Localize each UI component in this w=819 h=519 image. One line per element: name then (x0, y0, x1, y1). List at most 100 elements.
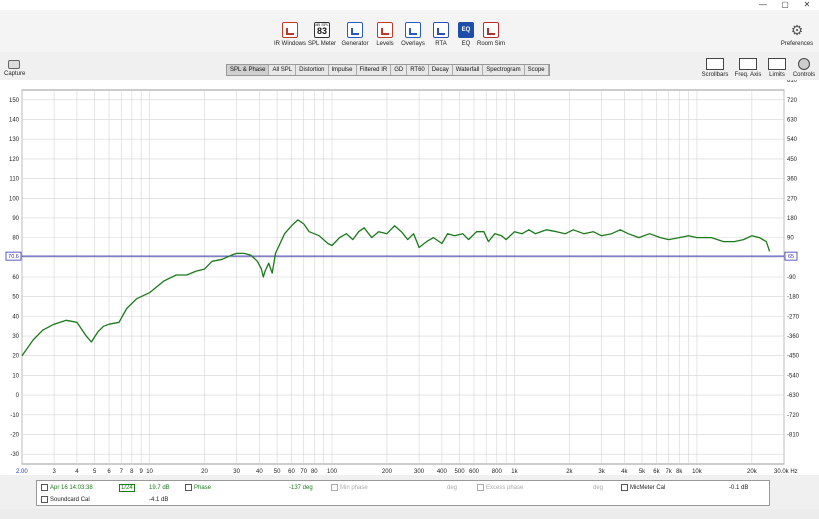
spl-meter-icon: 83 dB SPL (314, 22, 330, 38)
main-toolbar: IR Windows 83 dB SPL SPL Meter Generator Leve… (0, 10, 819, 52)
y-tick-label: 130 (9, 137, 20, 143)
title-bar: — ▢ ✕ (0, 0, 819, 10)
toolbar-controls-button[interactable]: Controls (789, 58, 819, 78)
tab-rt60[interactable]: RT60 (407, 65, 429, 75)
mic-cal-checkbox[interactable] (621, 484, 628, 491)
capture-label: Capture (4, 71, 26, 77)
plot-area: 1501401301201101009080706050403020100-10… (0, 78, 819, 475)
soundcard-cal-label: Soundcard Cal (50, 497, 90, 503)
mic-cal-value: -0.1 dB (729, 485, 749, 491)
x-tick-label: 5 (93, 469, 97, 475)
phase-value: -137 deg (289, 485, 313, 491)
wrench-icon: ⚙ (790, 22, 804, 38)
ir-windows-icon (282, 22, 298, 38)
spl-meter-unit: dB SPL (315, 22, 329, 27)
tab-distortion[interactable]: Distortion (296, 65, 329, 75)
toolbar-label: Controls (792, 72, 816, 78)
tab-spl-phase[interactable]: SPL & Phase (227, 65, 270, 75)
x-tick-label: 8k (676, 469, 683, 475)
y-tick-label: 120 (9, 157, 20, 163)
x-tick-label: 5k (639, 469, 646, 475)
tab-waterfall[interactable]: Waterfall (453, 65, 484, 75)
capture-button[interactable]: Capture (4, 60, 26, 77)
toolbar-freq-axis-button[interactable]: Freq. Axis (733, 58, 763, 78)
tab-impulse[interactable]: Impulse (329, 65, 357, 75)
mic-cal-label: MicMeter Cal (630, 485, 666, 491)
preferences-button[interactable]: ⚙ Preferences (777, 22, 817, 47)
legend-panel: Apr 16 14:03:38 1/24 19.7 dB Phase -137 … (36, 480, 770, 506)
x-tick-label: 2.00 (16, 469, 28, 475)
y2-tick-label: -180 (787, 295, 800, 301)
y-tick-label: 150 (9, 98, 20, 104)
x-tick-label: 800 (492, 469, 503, 475)
min-phase-unit: deg (447, 485, 458, 491)
tab-scope[interactable]: Scope (525, 65, 549, 75)
room-sim-icon (483, 22, 499, 38)
y2-tick-label: 720 (787, 98, 798, 104)
excess-phase-label: Excess phase (486, 485, 524, 491)
close-button[interactable]: ✕ (800, 0, 814, 10)
y2-tick-label: -450 (787, 354, 800, 360)
min-phase-checkbox[interactable] (331, 484, 338, 491)
x-tick-label: 100 (327, 469, 338, 475)
x-tick-label: 400 (437, 469, 448, 475)
generator-icon (347, 22, 363, 38)
limits-icon (768, 58, 786, 70)
y2-tick-label: 540 (787, 137, 798, 143)
x-tick-label: 4k (621, 469, 628, 475)
restore-button[interactable]: ▢ (778, 0, 792, 10)
y2-tick-label: -630 (787, 393, 800, 399)
spl-phase-graph[interactable]: 1501401301201101009080706050403020100-10… (0, 78, 819, 475)
x-tick-label: 600 (469, 469, 480, 475)
scrollbars-icon (706, 58, 724, 70)
y-tick-label: -10 (10, 413, 19, 419)
tab-spectrogram[interactable]: Spectrogram (483, 65, 525, 75)
levels-icon (377, 22, 393, 38)
y2-tick-label: 90 (787, 236, 794, 242)
x-tick-label: 9 (140, 469, 144, 475)
measurement-checkbox[interactable] (41, 484, 48, 491)
x-tick-label: 300 (414, 469, 425, 475)
tab-gd[interactable]: GD (391, 65, 408, 75)
tab-all-spl[interactable]: All SPL (269, 65, 297, 75)
smoothing-label[interactable]: 1/24 (119, 484, 135, 492)
toolbar-label: Freq. Axis (734, 72, 762, 78)
toolbar-label: Limits (769, 72, 785, 78)
tab-filtered-ir[interactable]: Filtered IR (357, 65, 392, 75)
tab-decay[interactable]: Decay (429, 65, 453, 75)
y-tick-label: 60 (12, 275, 19, 281)
x-tick-label: 70 (300, 469, 307, 475)
y-tick-label: 110 (9, 177, 19, 183)
y2-tick-label: 450 (787, 157, 798, 163)
toolbar-limits-button[interactable]: Limits (762, 58, 792, 78)
overlays-icon (405, 22, 421, 38)
y2-tick-label: -540 (787, 373, 800, 379)
preferences-label: Preferences (780, 41, 814, 47)
toolbar-label: Room Sim (476, 41, 505, 47)
y-tick-label: 80 (12, 236, 19, 242)
y2-tick-label: -810 (787, 432, 800, 438)
x-tick-label: 7 (120, 469, 124, 475)
x-tick-label: 500 (455, 469, 466, 475)
toolbar-room-sim-button[interactable]: Room Sim (471, 22, 511, 47)
y2-tick-label: -360 (787, 334, 800, 340)
y-tick-label: -20 (10, 432, 19, 438)
y-tick-label: 10 (12, 373, 19, 379)
y-tick-label: 20 (12, 354, 19, 360)
y-tick-label: 0 (16, 393, 20, 399)
measurement-date[interactable]: Apr 16 14:03:38 (50, 484, 93, 492)
x-tick-label: 3k (598, 469, 605, 475)
graph-tabs: SPL & Phase All SPL Distortion Impulse Filte… (226, 64, 550, 76)
minimize-button[interactable]: — (756, 0, 770, 10)
x-tick-label: 60 (288, 469, 295, 475)
soundcard-cal-checkbox[interactable] (41, 496, 48, 503)
y-tick-label: 140 (9, 118, 20, 124)
excess-phase-checkbox[interactable] (477, 484, 484, 491)
y2-tick-label: 270 (787, 196, 798, 202)
x-tick-label: 20 (201, 469, 208, 475)
x-tick-label: 80 (311, 469, 318, 475)
phase-checkbox[interactable] (185, 484, 192, 491)
controls-icon (798, 58, 810, 70)
soundcard-cal-value: -4.1 dB (149, 497, 169, 503)
toolbar-scrollbars-button[interactable]: Scrollbars (700, 58, 730, 78)
